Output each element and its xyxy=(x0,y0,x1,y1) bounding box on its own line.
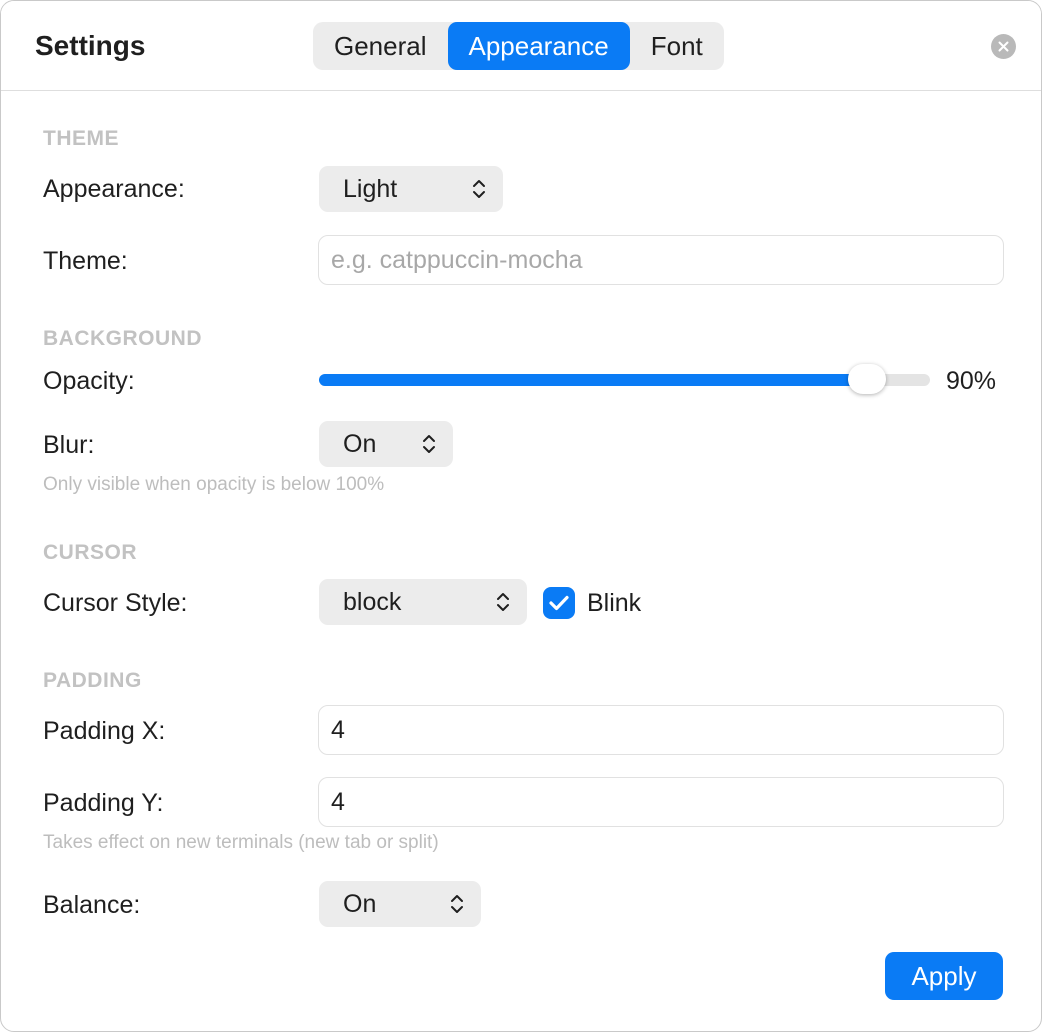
padding-y-label: Padding Y: xyxy=(43,789,164,817)
window-title: Settings xyxy=(35,30,146,61)
opacity-value: 90% xyxy=(946,367,997,395)
cursor-style-label: Cursor Style: xyxy=(43,589,188,617)
balance-popup-value: On xyxy=(343,890,377,918)
close-button[interactable] xyxy=(991,34,1016,59)
opacity-slider-fill xyxy=(319,374,867,386)
balance-label: Balance: xyxy=(43,891,141,919)
up-down-chevron-icon xyxy=(423,435,435,453)
opacity-slider[interactable] xyxy=(319,364,930,394)
section-padding-label: PADDING xyxy=(43,669,142,692)
blur-popup-value: On xyxy=(343,430,377,458)
section-cursor-label: CURSOR xyxy=(43,541,138,564)
appearance-popup-value: Light xyxy=(343,175,398,203)
up-down-chevron-icon xyxy=(451,895,463,913)
tab-general[interactable]: General xyxy=(313,22,448,70)
appearance-popup[interactable]: Light xyxy=(319,166,503,212)
tab-font[interactable]: Font xyxy=(630,22,724,70)
balance-popup[interactable]: On xyxy=(319,881,481,927)
close-icon xyxy=(998,41,1009,52)
blur-popup[interactable]: On xyxy=(319,421,453,467)
padding-y-input[interactable] xyxy=(318,777,1004,827)
theme-label: Theme: xyxy=(43,247,128,275)
padding-hint: Takes effect on new terminals (new tab o… xyxy=(43,832,439,853)
cursor-style-popup-value: block xyxy=(343,588,402,616)
theme-input[interactable] xyxy=(318,235,1004,285)
blur-label: Blur: xyxy=(43,431,95,459)
section-background-label: BACKGROUND xyxy=(43,327,202,350)
title-bar: Settings General Appearance Font xyxy=(1,1,1041,91)
tab-appearance[interactable]: Appearance xyxy=(447,22,630,70)
appearance-label: Appearance: xyxy=(43,175,185,203)
blur-hint: Only visible when opacity is below 100% xyxy=(43,474,385,495)
apply-button[interactable]: Apply xyxy=(885,952,1003,1000)
padding-x-label: Padding X: xyxy=(43,717,166,745)
opacity-label: Opacity: xyxy=(43,367,135,395)
padding-x-input[interactable] xyxy=(318,705,1004,755)
checkmark-icon xyxy=(549,595,569,611)
settings-window: Settings General Appearance Font THEME A… xyxy=(0,0,1042,1032)
blink-checkbox[interactable] xyxy=(543,587,575,619)
up-down-chevron-icon xyxy=(497,593,509,611)
section-theme-label: THEME xyxy=(43,127,119,150)
up-down-chevron-icon xyxy=(473,180,485,198)
cursor-style-popup[interactable]: block xyxy=(319,579,527,625)
blink-label[interactable]: Blink xyxy=(587,589,641,618)
tab-bar: General Appearance Font xyxy=(313,22,724,70)
opacity-slider-thumb[interactable] xyxy=(847,364,886,394)
